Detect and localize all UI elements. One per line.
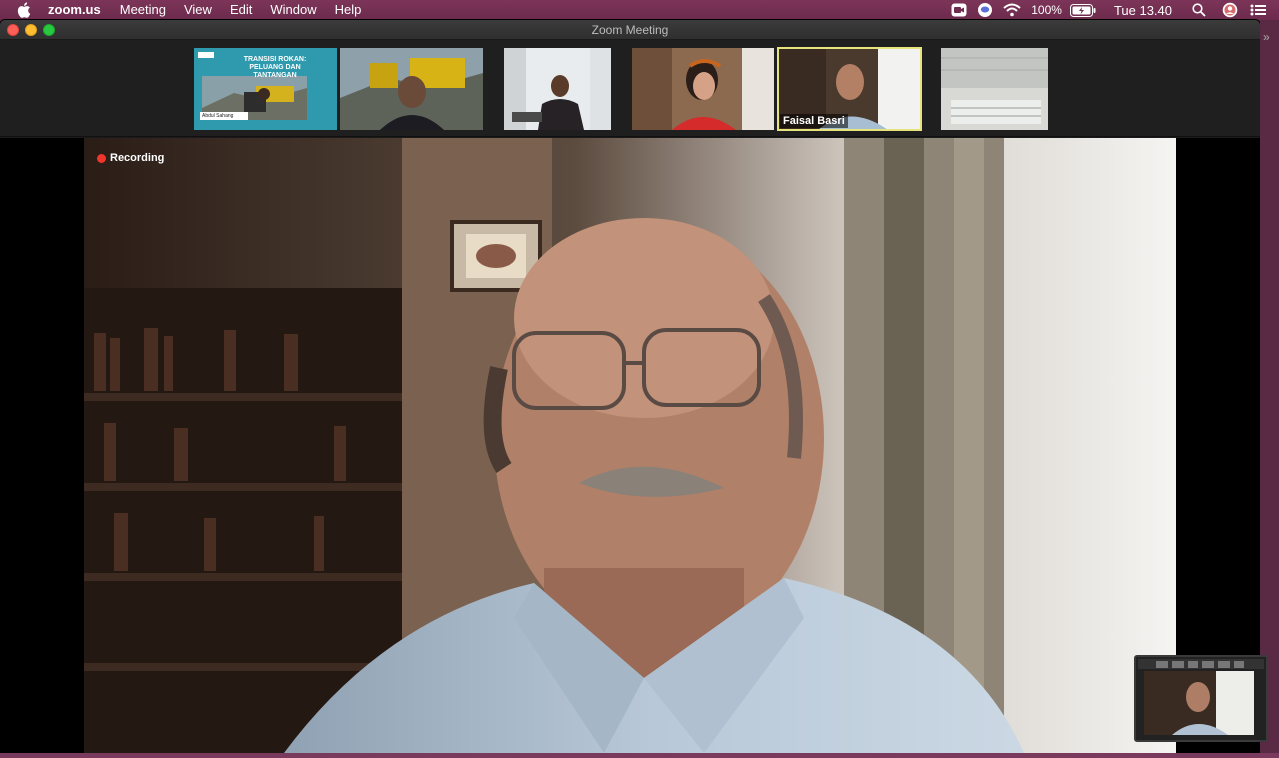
menu-help[interactable]: Help bbox=[335, 0, 362, 20]
participant-thumbnail[interactable] bbox=[941, 48, 1048, 130]
participant-video bbox=[941, 48, 1048, 130]
recording-dot-icon bbox=[97, 153, 106, 163]
participant-thumbnail[interactable] bbox=[632, 48, 774, 130]
participant-thumbnail-active-speaker[interactable]: Faisal Basri bbox=[777, 47, 922, 131]
participant-thumbnail[interactable] bbox=[340, 48, 483, 130]
recording-label: Recording bbox=[110, 152, 165, 164]
window-titlebar[interactable]: Zoom Meeting bbox=[0, 20, 1260, 40]
desktop-edge: » bbox=[1260, 20, 1279, 758]
menu-window[interactable]: Window bbox=[270, 0, 316, 20]
participant-video bbox=[504, 48, 611, 130]
chevron-right-icon[interactable]: » bbox=[1263, 30, 1270, 44]
self-view-video bbox=[1136, 657, 1266, 740]
zoom-meeting-window: Zoom Meeting TRANSISI ROKAN: PELUANG DAN… bbox=[0, 20, 1260, 753]
control-center-icon[interactable] bbox=[1250, 4, 1266, 16]
speaker-video[interactable] bbox=[84, 138, 1176, 753]
menu-edit[interactable]: Edit bbox=[230, 0, 252, 20]
participant-name-label: Faisal Basri bbox=[780, 114, 848, 128]
slide-subtitle: PELUANG DAN TANTANGAN bbox=[249, 64, 301, 79]
slide-title: TRANSISI ROKAN: bbox=[243, 56, 307, 63]
menu-view[interactable]: View bbox=[184, 0, 212, 20]
slide-caption: Abdul Sahang bbox=[202, 113, 234, 119]
speaker-video-frame bbox=[84, 138, 1176, 753]
menu-clock[interactable]: Tue 13.40 bbox=[1114, 3, 1172, 18]
messages-icon[interactable] bbox=[977, 2, 993, 18]
participant-thumbnail[interactable] bbox=[504, 48, 611, 130]
participant-video bbox=[340, 48, 483, 130]
menu-app-name[interactable]: zoom.us bbox=[48, 0, 101, 20]
wifi-icon[interactable] bbox=[1003, 3, 1021, 17]
window-title: Zoom Meeting bbox=[591, 23, 669, 37]
participant-thumbnail-slide[interactable]: TRANSISI ROKAN: PELUANG DAN TANTANGAN Ab… bbox=[194, 48, 337, 130]
self-view-window[interactable] bbox=[1134, 655, 1268, 742]
apple-icon[interactable] bbox=[17, 2, 31, 18]
zoom-icon[interactable] bbox=[951, 3, 967, 17]
active-speaker-view: Recording bbox=[0, 138, 1260, 753]
spotlight-search-icon[interactable] bbox=[1192, 3, 1206, 17]
recording-indicator[interactable]: Recording bbox=[97, 152, 164, 164]
participant-thumbnail-strip: TRANSISI ROKAN: PELUANG DAN TANTANGAN Ab… bbox=[0, 40, 1260, 137]
battery-icon[interactable] bbox=[1069, 3, 1096, 17]
desktop-bottom bbox=[0, 753, 1279, 758]
menu-meeting[interactable]: Meeting bbox=[120, 0, 166, 20]
battery-percentage: 100% bbox=[1031, 3, 1062, 17]
participant-video bbox=[632, 48, 774, 130]
menu-bar: zoom.us Meeting View Edit Window Help 10… bbox=[0, 0, 1279, 20]
user-icon[interactable] bbox=[1222, 2, 1238, 18]
